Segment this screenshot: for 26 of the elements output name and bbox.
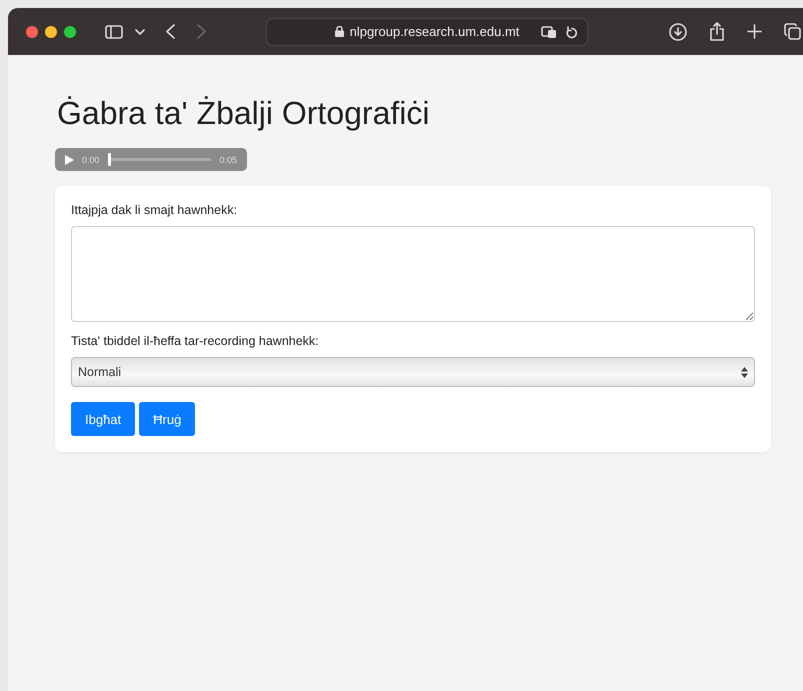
lock-icon (334, 26, 344, 37)
play-icon[interactable] (65, 154, 74, 164)
tabs-icon[interactable] (784, 23, 801, 40)
duration-time: 0:05 (219, 154, 237, 164)
translate-reload-icon[interactable] (541, 24, 577, 38)
form-button[interactable]: Ħruġ (139, 402, 196, 436)
current-time: 0:00 (82, 154, 100, 164)
select-arrows-icon (741, 366, 748, 378)
zoom-button[interactable] (64, 26, 76, 38)
address-bar[interactable]: nlpgroup.research.um.edu.mt (266, 18, 588, 46)
minimize-button[interactable] (45, 26, 57, 38)
plus-icon[interactable] (747, 24, 762, 39)
share-icon[interactable] (709, 22, 725, 41)
chevron-down-icon[interactable] (135, 28, 145, 34)
sidebar-icon[interactable] (105, 24, 123, 38)
speed-select[interactable]: Normali (71, 357, 755, 387)
download-icon[interactable] (669, 22, 687, 40)
page-title: Ġabra ta' Żbalji Ortografiċi (57, 95, 430, 132)
back-icon[interactable] (166, 24, 175, 39)
url-text: nlpgroup.research.um.edu.mt (350, 24, 520, 39)
field-label: Tista' tbiddel il-ħeffa tar-recording hawnhekk: (71, 334, 320, 348)
close-button[interactable] (26, 26, 38, 38)
field-label: Ittajpja dak li smajt hawnhekk: (71, 203, 238, 217)
form-button[interactable]: Ibgħat (71, 402, 136, 436)
progress-thumb[interactable] (108, 153, 111, 166)
audio-player[interactable]: 0:00 0:05 (55, 148, 247, 171)
